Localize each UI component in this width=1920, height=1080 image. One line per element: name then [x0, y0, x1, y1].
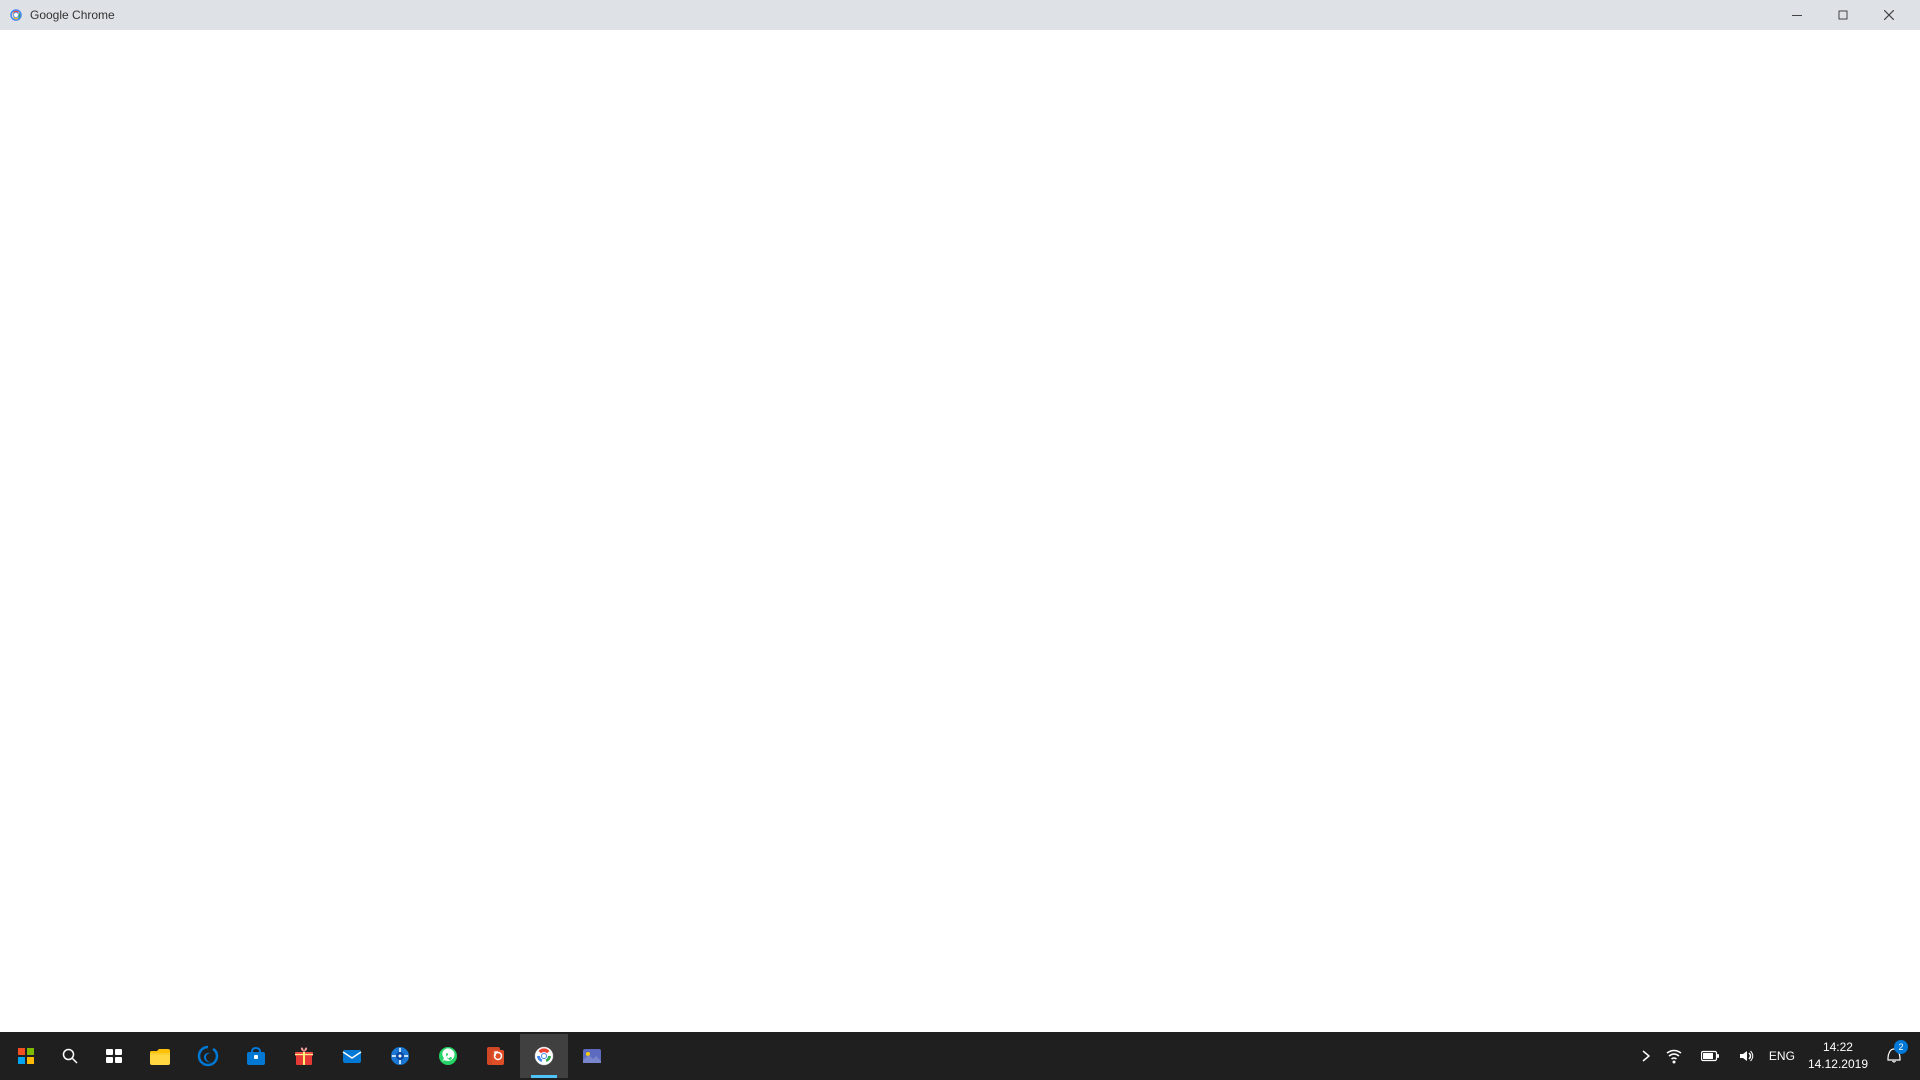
notification-badge: 2: [1894, 1040, 1908, 1054]
clock-time: 14:22: [1823, 1039, 1853, 1056]
taskbar-edge[interactable]: [184, 1034, 232, 1078]
taskbar-powerpoint[interactable]: [472, 1034, 520, 1078]
taskbar-whatsapp[interactable]: [424, 1034, 472, 1078]
search-button[interactable]: [48, 1034, 92, 1078]
title-bar-left: Google Chrome: [8, 7, 115, 23]
title-bar-controls: [1774, 0, 1912, 30]
taskbar: ENG 14:22 14.12.2019 2: [0, 1032, 1920, 1080]
taskbar-file-explorer[interactable]: [136, 1034, 184, 1078]
taskbar-chrome[interactable]: [520, 1034, 568, 1078]
close-button[interactable]: [1866, 0, 1912, 30]
browser-content: [0, 30, 1920, 1032]
volume-icon[interactable]: [1728, 1034, 1764, 1078]
clock-display[interactable]: 14:22 14.12.2019: [1800, 1034, 1876, 1078]
title-bar: Google Chrome: [0, 0, 1920, 30]
taskbar-store[interactable]: [232, 1034, 280, 1078]
show-hidden-icons-button[interactable]: [1636, 1034, 1656, 1078]
taskbar-media[interactable]: [376, 1034, 424, 1078]
battery-icon[interactable]: [1692, 1034, 1728, 1078]
minimize-button[interactable]: [1774, 0, 1820, 30]
taskbar-photos[interactable]: [568, 1034, 616, 1078]
notifications-button[interactable]: 2: [1876, 1034, 1912, 1078]
system-tray: ENG 14:22 14.12.2019 2: [1636, 1034, 1916, 1078]
taskbar-gift[interactable]: [280, 1034, 328, 1078]
title-bar-title: Google Chrome: [30, 8, 115, 22]
task-view-button[interactable]: [92, 1034, 136, 1078]
wifi-icon[interactable]: [1656, 1034, 1692, 1078]
taskbar-mail[interactable]: [328, 1034, 376, 1078]
clock-date: 14.12.2019: [1808, 1056, 1868, 1073]
restore-button[interactable]: [1820, 0, 1866, 30]
language-indicator[interactable]: ENG: [1764, 1034, 1800, 1078]
chrome-logo-icon: [8, 7, 24, 23]
start-button[interactable]: [4, 1034, 48, 1078]
